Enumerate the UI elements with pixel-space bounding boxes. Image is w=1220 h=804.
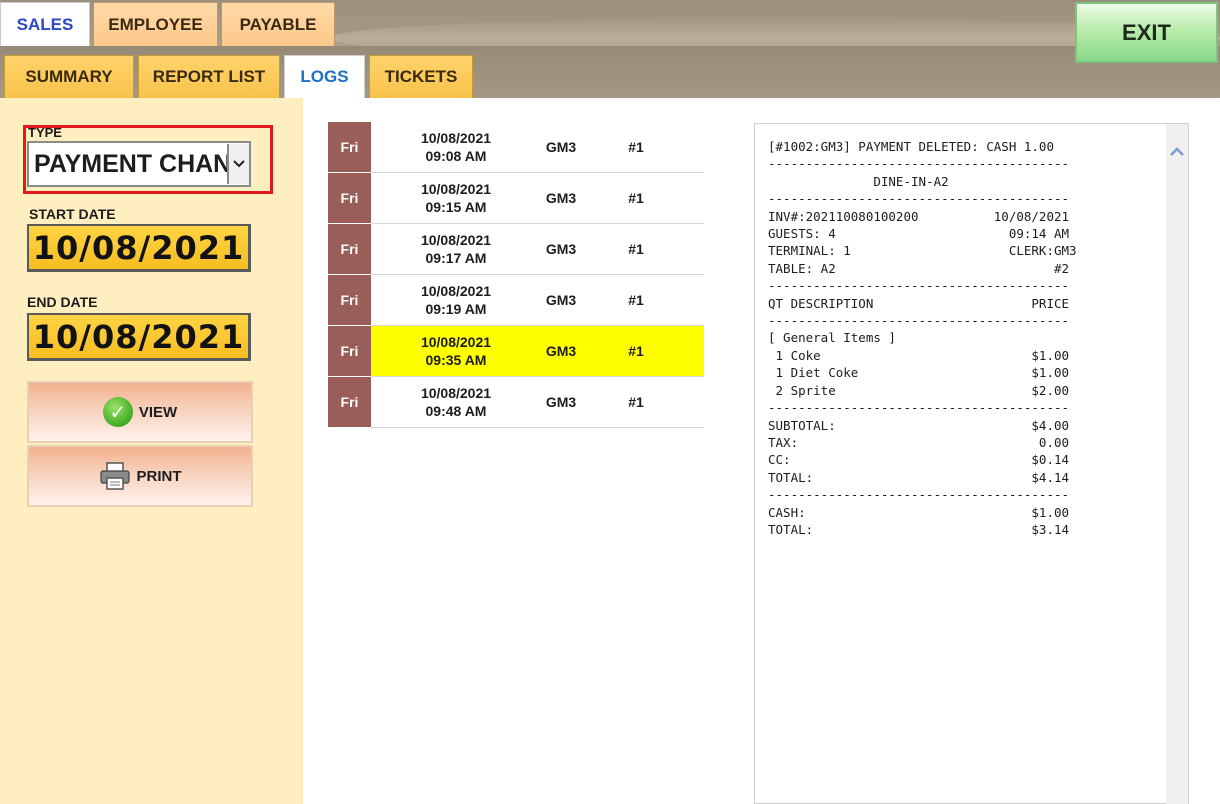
top-tab-bar: SALES EMPLOYEE PAYABLE (0, 0, 338, 46)
log-clerk: GM3 (545, 343, 577, 359)
receipt-panel: [#1002:GM3] PAYMENT DELETED: CASH 1.00 -… (754, 123, 1189, 804)
print-button[interactable]: PRINT (27, 445, 253, 507)
log-day: Fri (328, 172, 371, 224)
log-time: 09:08 AM (425, 148, 487, 164)
sub-tab-bar: SUMMARY REPORT LIST LOGS TICKETS (4, 55, 477, 98)
log-datetime: 10/08/2021 09:17 AM (371, 231, 541, 267)
log-date: 10/08/2021 (420, 283, 492, 299)
log-number: #1 (628, 139, 644, 155)
log-row[interactable]: Fri 10/08/2021 09:48 AM GM3 #1 (328, 376, 704, 428)
check-icon: ✓ (102, 397, 133, 427)
log-clerk: GM3 (545, 241, 577, 257)
type-select[interactable]: PAYMENT CHANGE (27, 141, 251, 187)
start-date-field[interactable]: 10/08/2021 (27, 224, 251, 272)
tab-report-list[interactable]: REPORT LIST (138, 55, 280, 98)
tab-sales[interactable]: SALES (0, 2, 90, 46)
view-button-label: VIEW (138, 403, 178, 421)
chevron-down-icon[interactable] (227, 144, 249, 184)
log-time: 09:35 AM (425, 352, 487, 368)
log-datetime: 10/08/2021 09:15 AM (371, 180, 541, 216)
log-time: 09:15 AM (425, 199, 487, 215)
log-time: 09:48 AM (425, 403, 487, 419)
receipt-scrollbar[interactable] (1166, 124, 1188, 804)
log-row[interactable]: Fri 10/08/2021 09:08 AM GM3 #1 (328, 121, 704, 173)
log-day: Fri (328, 121, 371, 173)
log-date: 10/08/2021 (420, 334, 492, 350)
log-row[interactable]: Fri 10/08/2021 09:15 AM GM3 #1 (328, 172, 704, 224)
log-clerk: GM3 (545, 139, 577, 155)
view-button[interactable]: ✓ VIEW (27, 381, 253, 443)
tab-payable[interactable]: PAYABLE (221, 2, 335, 46)
log-day: Fri (328, 376, 371, 428)
tab-summary[interactable]: SUMMARY (4, 55, 134, 98)
tab-employee[interactable]: EMPLOYEE (93, 2, 218, 46)
log-date: 10/08/2021 (420, 181, 492, 197)
log-row-selected[interactable]: Fri 10/08/2021 09:35 AM GM3 #1 (328, 325, 704, 377)
log-list: Fri 10/08/2021 09:08 AM GM3 #1 Fri 10/08/… (328, 121, 704, 428)
log-number: #1 (628, 292, 644, 308)
exit-button[interactable]: EXIT (1075, 2, 1218, 63)
log-clerk: GM3 (545, 292, 577, 308)
tab-logs[interactable]: LOGS (284, 55, 365, 98)
end-date-label: END DATE (27, 294, 98, 310)
log-day: Fri (328, 223, 371, 275)
log-row[interactable]: Fri 10/08/2021 09:17 AM GM3 #1 (328, 223, 704, 275)
log-number: #1 (628, 241, 644, 257)
start-date-label: START DATE (29, 206, 116, 222)
log-clerk: GM3 (545, 394, 577, 410)
log-number: #1 (628, 343, 644, 359)
log-number: #1 (628, 190, 644, 206)
print-button-label: PRINT (136, 467, 182, 485)
log-row[interactable]: Fri 10/08/2021 09:19 AM GM3 #1 (328, 274, 704, 326)
log-date: 10/08/2021 (420, 232, 492, 248)
chevron-up-icon[interactable] (1170, 144, 1184, 158)
log-date: 10/08/2021 (420, 385, 492, 401)
log-time: 09:19 AM (425, 301, 487, 317)
log-day: Fri (328, 274, 371, 326)
receipt-text: [#1002:GM3] PAYMENT DELETED: CASH 1.00 -… (768, 139, 1077, 537)
printer-icon (99, 462, 131, 490)
end-date-field[interactable]: 10/08/2021 (27, 313, 251, 361)
log-clerk: GM3 (545, 190, 577, 206)
log-datetime: 10/08/2021 09:48 AM (371, 384, 541, 420)
tab-tickets[interactable]: TICKETS (369, 55, 473, 98)
log-day: Fri (328, 325, 371, 377)
log-number: #1 (628, 394, 644, 410)
log-datetime: 10/08/2021 09:19 AM (371, 282, 541, 318)
log-date: 10/08/2021 (420, 130, 492, 146)
log-datetime: 10/08/2021 09:08 AM (371, 129, 541, 165)
type-label: TYPE (28, 125, 62, 140)
type-select-value: PAYMENT CHANGE (34, 149, 227, 178)
log-datetime: 10/08/2021 09:35 AM (371, 333, 541, 369)
log-time: 09:17 AM (425, 250, 487, 266)
